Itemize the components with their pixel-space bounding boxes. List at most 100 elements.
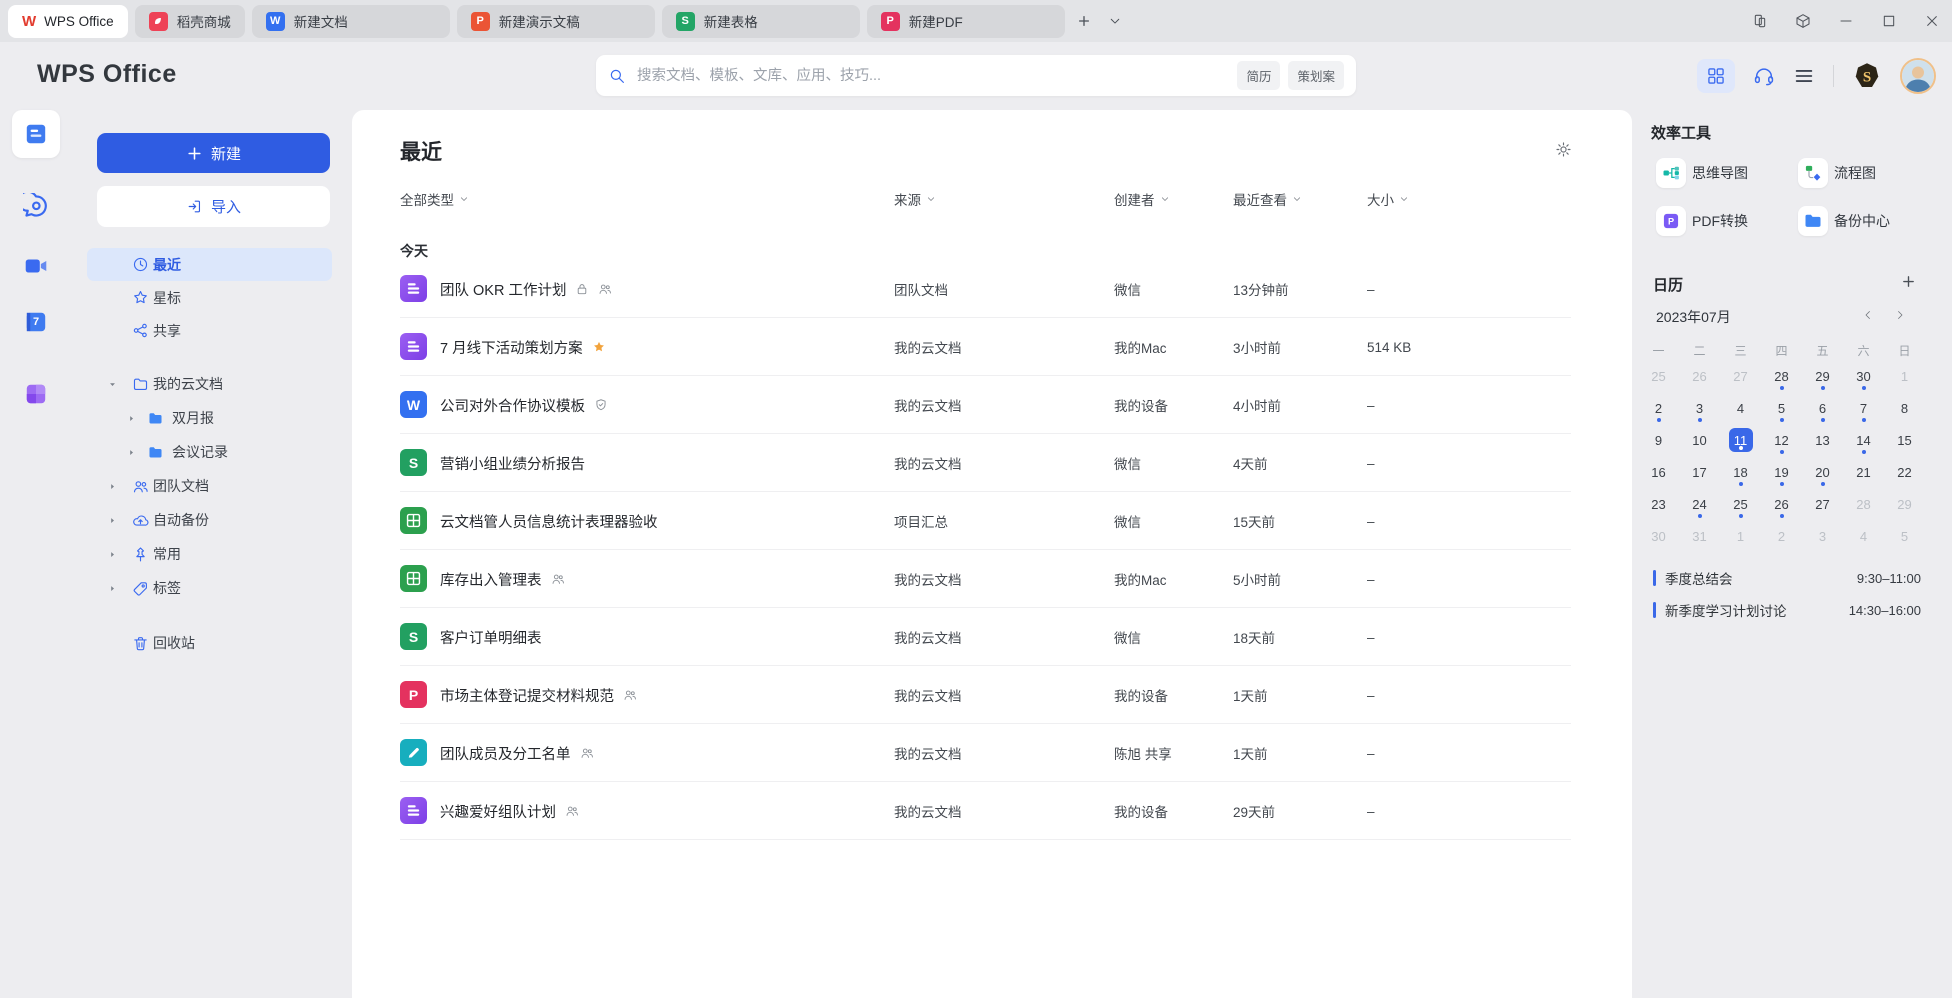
new-button[interactable]: 新建 — [97, 133, 330, 173]
tool-流程图[interactable]: 流程图 — [1798, 158, 1876, 188]
calendar-day[interactable]: 28 — [1761, 360, 1802, 392]
filter-全部类型[interactable]: 全部类型 — [400, 189, 469, 209]
calendar-day[interactable]: 27 — [1720, 360, 1761, 392]
add-tab-button[interactable] — [1072, 9, 1096, 33]
calendar-day[interactable]: 8 — [1884, 392, 1925, 424]
calendar-day[interactable]: 20 — [1802, 456, 1843, 488]
calendar-day[interactable]: 24 — [1679, 488, 1720, 520]
calendar-day[interactable]: 17 — [1679, 456, 1720, 488]
tab-new-doc[interactable]: W新建文档 — [252, 5, 450, 38]
calendar-day[interactable]: 30 — [1843, 360, 1884, 392]
calendar-day[interactable]: 9 — [1638, 424, 1679, 456]
close-button[interactable] — [1924, 13, 1940, 29]
calendar-day[interactable]: 14 — [1843, 424, 1884, 456]
file-row[interactable]: 7 月线下活动策划方案我的云文档我的Mac3小时前514 KB — [352, 318, 1632, 376]
filter-最近查看[interactable]: 最近查看 — [1233, 189, 1302, 209]
tab-new-sheet[interactable]: S新建表格 — [662, 5, 860, 38]
support-button[interactable] — [1753, 65, 1775, 87]
calendar-day[interactable]: 4 — [1720, 392, 1761, 424]
calendar-day[interactable]: 29 — [1884, 488, 1925, 520]
caret-right-icon[interactable] — [127, 448, 136, 457]
caret-right-icon[interactable] — [108, 584, 117, 593]
sidebar-item-星标[interactable]: 星标 — [87, 281, 332, 314]
rail-item-messages[interactable] — [12, 182, 60, 230]
sidebar-item-共享[interactable]: 共享 — [87, 314, 332, 347]
tab-wps-office[interactable]: WWPS Office — [8, 5, 128, 38]
rail-item-calendar[interactable]: 7 — [12, 298, 60, 346]
avatar[interactable] — [1900, 58, 1936, 94]
tab-new-pdf[interactable]: P新建PDF — [867, 5, 1065, 38]
tool-PDF转换[interactable]: PPDF转换 — [1656, 206, 1748, 236]
tree-item-团队文档[interactable]: 团队文档 — [87, 469, 332, 503]
tree-item-常用[interactable]: 常用 — [87, 537, 332, 571]
calendar-day[interactable]: 12 — [1761, 424, 1802, 456]
file-row[interactable]: S客户订单明细表我的云文档微信18天前– — [352, 608, 1632, 666]
calendar-next-icon[interactable] — [1894, 309, 1906, 321]
calendar-day[interactable]: 27 — [1802, 488, 1843, 520]
calendar-day[interactable]: 28 — [1843, 488, 1884, 520]
import-button[interactable]: 导入 — [97, 186, 330, 227]
file-row[interactable]: 团队 OKR 工作计划团队文档微信13分钟前– — [352, 260, 1632, 318]
calendar-day[interactable]: 5 — [1761, 392, 1802, 424]
tool-思维导图[interactable]: 思维导图 — [1656, 158, 1748, 188]
calendar-day[interactable]: 29 — [1802, 360, 1843, 392]
file-row[interactable]: 兴趣爱好组队计划我的云文档我的设备29天前– — [352, 782, 1632, 840]
caret-down-icon[interactable] — [108, 380, 117, 389]
calendar-day[interactable]: 19 — [1761, 456, 1802, 488]
calendar-day[interactable]: 1 — [1720, 520, 1761, 552]
calendar-day[interactable]: 13 — [1802, 424, 1843, 456]
membership-badge[interactable]: S — [1852, 61, 1882, 91]
caret-right-icon[interactable] — [108, 482, 117, 491]
calendar-day[interactable]: 3 — [1679, 392, 1720, 424]
calendar-day[interactable]: 7 — [1843, 392, 1884, 424]
calendar-day[interactable]: 21 — [1843, 456, 1884, 488]
calendar-event[interactable]: 季度总结会9:30–11:00 — [1632, 562, 1952, 594]
tab-list-button[interactable] — [1103, 9, 1127, 33]
calendar-day[interactable]: 4 — [1843, 520, 1884, 552]
calendar-day[interactable]: 26 — [1761, 488, 1802, 520]
caret-right-icon[interactable] — [108, 550, 117, 559]
add-event-icon[interactable] — [1901, 274, 1916, 289]
calendar-day[interactable]: 30 — [1638, 520, 1679, 552]
search-tag[interactable]: 简历 — [1237, 61, 1280, 90]
tab-new-ppt[interactable]: P新建演示文稿 — [457, 5, 655, 38]
workspace-button[interactable] — [1795, 13, 1811, 29]
tree-item-标签[interactable]: 标签 — [87, 571, 332, 605]
tree-item-我的云文档[interactable]: 我的云文档 — [87, 367, 332, 401]
filter-来源[interactable]: 来源 — [894, 189, 936, 209]
rail-item-documents[interactable] — [12, 110, 60, 158]
calendar-day[interactable]: 3 — [1802, 520, 1843, 552]
apps-grid-button[interactable] — [1697, 59, 1735, 93]
calendar-day[interactable]: 25 — [1720, 488, 1761, 520]
settings-gear-icon[interactable] — [1555, 141, 1572, 158]
calendar-day[interactable]: 23 — [1638, 488, 1679, 520]
calendar-day[interactable]: 2 — [1761, 520, 1802, 552]
file-row[interactable]: P市场主体登记提交材料规范我的云文档我的设备1天前– — [352, 666, 1632, 724]
device-preview-button[interactable] — [1752, 13, 1768, 29]
tool-备份中心[interactable]: 备份中心 — [1798, 206, 1890, 236]
rail-item-apps[interactable] — [12, 370, 60, 418]
calendar-day[interactable]: 31 — [1679, 520, 1720, 552]
calendar-day[interactable]: 6 — [1802, 392, 1843, 424]
caret-right-icon[interactable] — [108, 516, 117, 525]
file-row[interactable]: 库存出入管理表我的云文档我的Mac5小时前– — [352, 550, 1632, 608]
sidebar-item-trash[interactable]: 回收站 — [87, 626, 332, 660]
tree-item-自动备份[interactable]: 自动备份 — [87, 503, 332, 537]
filter-创建者[interactable]: 创建者 — [1114, 189, 1170, 209]
tab-docer-mall[interactable]: 稻壳商城 — [135, 5, 245, 38]
calendar-day[interactable]: 16 — [1638, 456, 1679, 488]
minimize-button[interactable] — [1838, 13, 1854, 29]
file-row[interactable]: S营销小组业绩分析报告我的云文档微信4天前– — [352, 434, 1632, 492]
search-bar[interactable]: 简历策划案 — [596, 55, 1356, 96]
file-row[interactable]: W公司对外合作协议模板我的云文档我的设备4小时前– — [352, 376, 1632, 434]
calendar-day-selected[interactable]: 11 — [1720, 424, 1761, 456]
file-row[interactable]: 团队成员及分工名单我的云文档陈旭 共享1天前– — [352, 724, 1632, 782]
calendar-day[interactable]: 5 — [1884, 520, 1925, 552]
calendar-day[interactable]: 22 — [1884, 456, 1925, 488]
file-row[interactable]: 云文档管人员信息统计表理器验收项目汇总微信15天前– — [352, 492, 1632, 550]
calendar-day[interactable]: 26 — [1679, 360, 1720, 392]
maximize-button[interactable] — [1881, 13, 1897, 29]
caret-right-icon[interactable] — [127, 414, 136, 423]
tree-item-双月报[interactable]: 双月报 — [87, 401, 332, 435]
menu-button[interactable] — [1793, 65, 1815, 87]
